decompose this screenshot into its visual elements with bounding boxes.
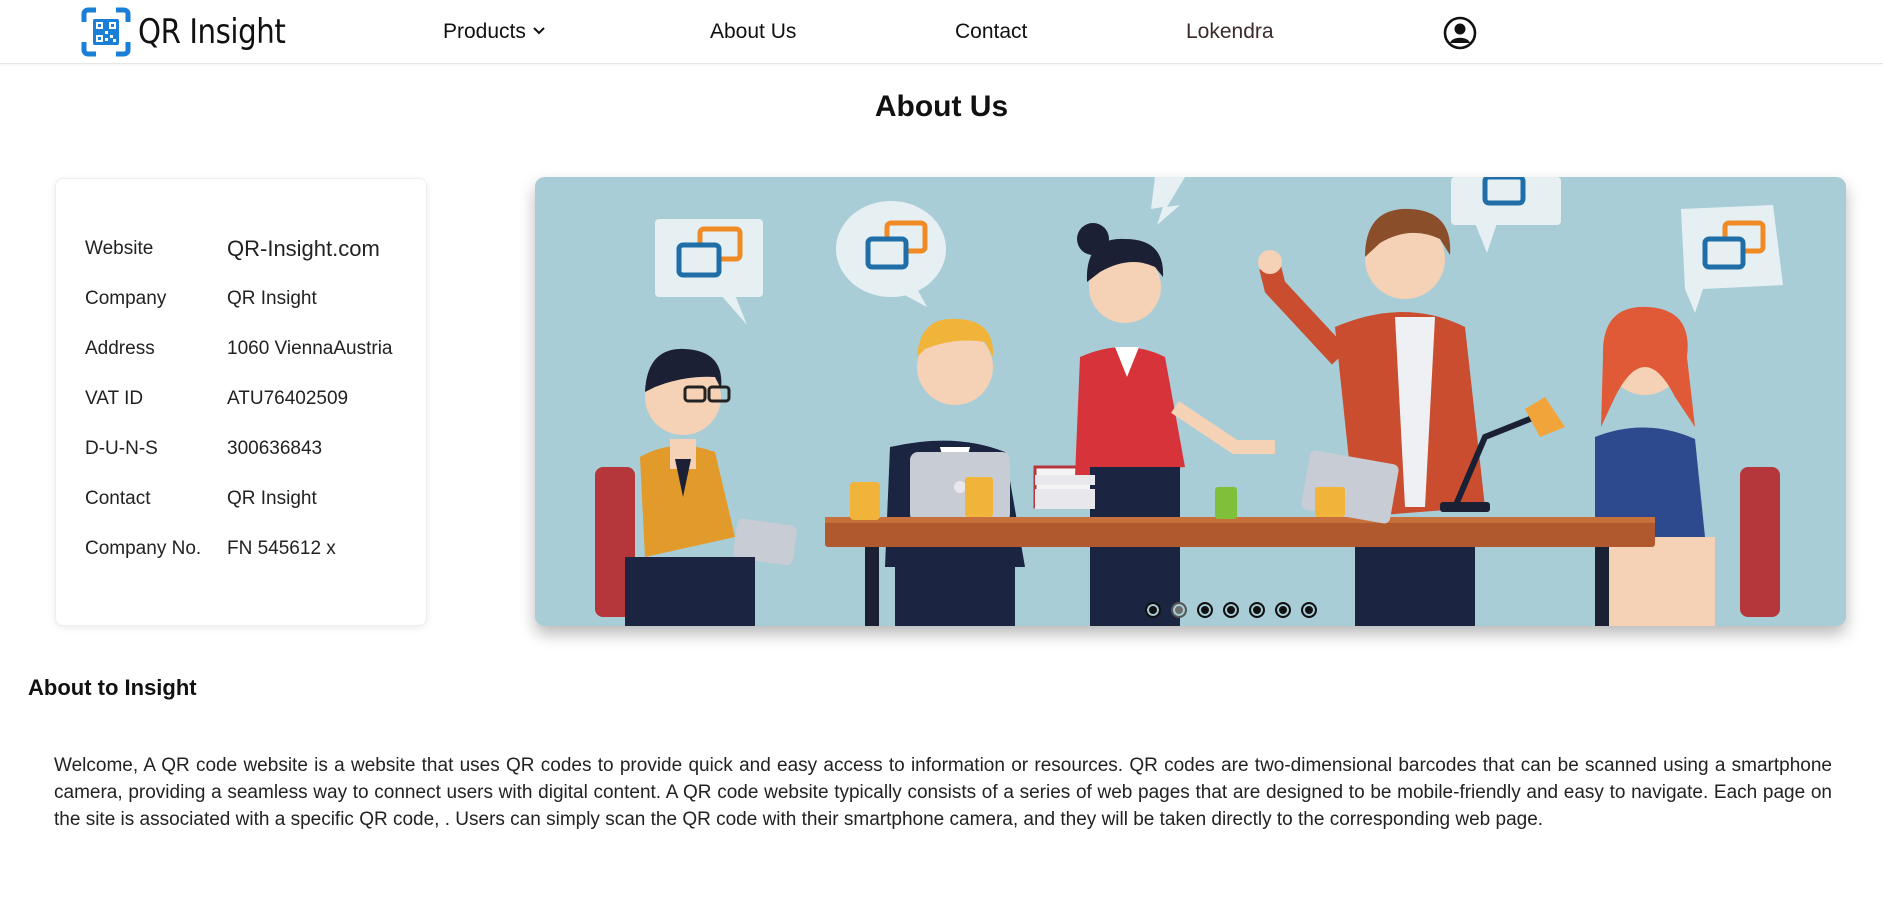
top-navbar: QR Insight Products About Us Contact Lok… xyxy=(0,0,1883,64)
about-paragraph: Welcome, A QR code website is a website … xyxy=(54,755,1832,830)
info-value: QR Insight xyxy=(227,288,317,309)
company-info-card: Website QR-Insight.com Company QR Insigh… xyxy=(55,178,427,626)
info-value: ATU76402509 xyxy=(227,388,349,409)
info-label: Website xyxy=(85,238,154,259)
about-section-heading: About to Insight xyxy=(28,675,197,700)
carousel-dot-2[interactable] xyxy=(1170,602,1187,618)
carousel-dot-3[interactable] xyxy=(1196,602,1213,618)
nav-user-name[interactable]: Lokendra xyxy=(1186,0,1274,64)
info-row-website: Website QR-Insight.com xyxy=(85,234,415,264)
info-row-address: Address 1060 ViennaAustria xyxy=(85,334,415,364)
info-value: QR-Insight.com xyxy=(227,236,380,261)
image-carousel[interactable] xyxy=(535,177,1846,626)
info-label: D-U-N-S xyxy=(85,438,158,459)
info-label: Contact xyxy=(85,488,151,509)
info-row-contact: Contact QR Insight xyxy=(85,484,415,514)
carousel-dot-1[interactable] xyxy=(1144,602,1161,618)
info-label: Company No. xyxy=(85,538,202,559)
carousel-dot-6[interactable] xyxy=(1274,602,1291,618)
info-row-duns: D-U-N-S 300636843 xyxy=(85,434,415,464)
page-title: About Us xyxy=(874,90,1009,123)
brand-logo[interactable]: QR Insight xyxy=(80,6,309,58)
info-value: FN 545612 x xyxy=(227,538,336,559)
info-value: 1060 ViennaAustria xyxy=(227,338,393,359)
info-label: Company xyxy=(85,288,167,309)
carousel-indicators xyxy=(535,602,1846,618)
carousel-dot-4[interactable] xyxy=(1222,602,1239,618)
info-label: Address xyxy=(85,338,155,359)
nav-products[interactable]: Products xyxy=(443,0,546,64)
nav-about-us[interactable]: About Us xyxy=(710,0,796,64)
team-meeting-illustration xyxy=(535,177,1846,626)
info-row-vat-id: VAT ID ATU76402509 xyxy=(85,384,415,414)
carousel-dot-7[interactable] xyxy=(1300,602,1317,618)
nav-products-label: Products xyxy=(443,20,526,43)
carousel-dot-5[interactable] xyxy=(1248,602,1265,618)
info-row-company-no: Company No. FN 545612 x xyxy=(85,534,415,564)
info-label: VAT ID xyxy=(85,388,144,409)
nav-contact[interactable]: Contact xyxy=(955,0,1027,64)
qr-logo-icon xyxy=(81,7,131,57)
user-circle-icon[interactable] xyxy=(1443,16,1477,50)
info-value: QR Insight xyxy=(227,488,317,509)
info-value: 300636843 xyxy=(227,438,323,459)
chevron-down-icon xyxy=(533,27,545,35)
brand-name: QR Insight xyxy=(138,12,286,52)
info-row-company: Company QR Insight xyxy=(85,284,415,314)
